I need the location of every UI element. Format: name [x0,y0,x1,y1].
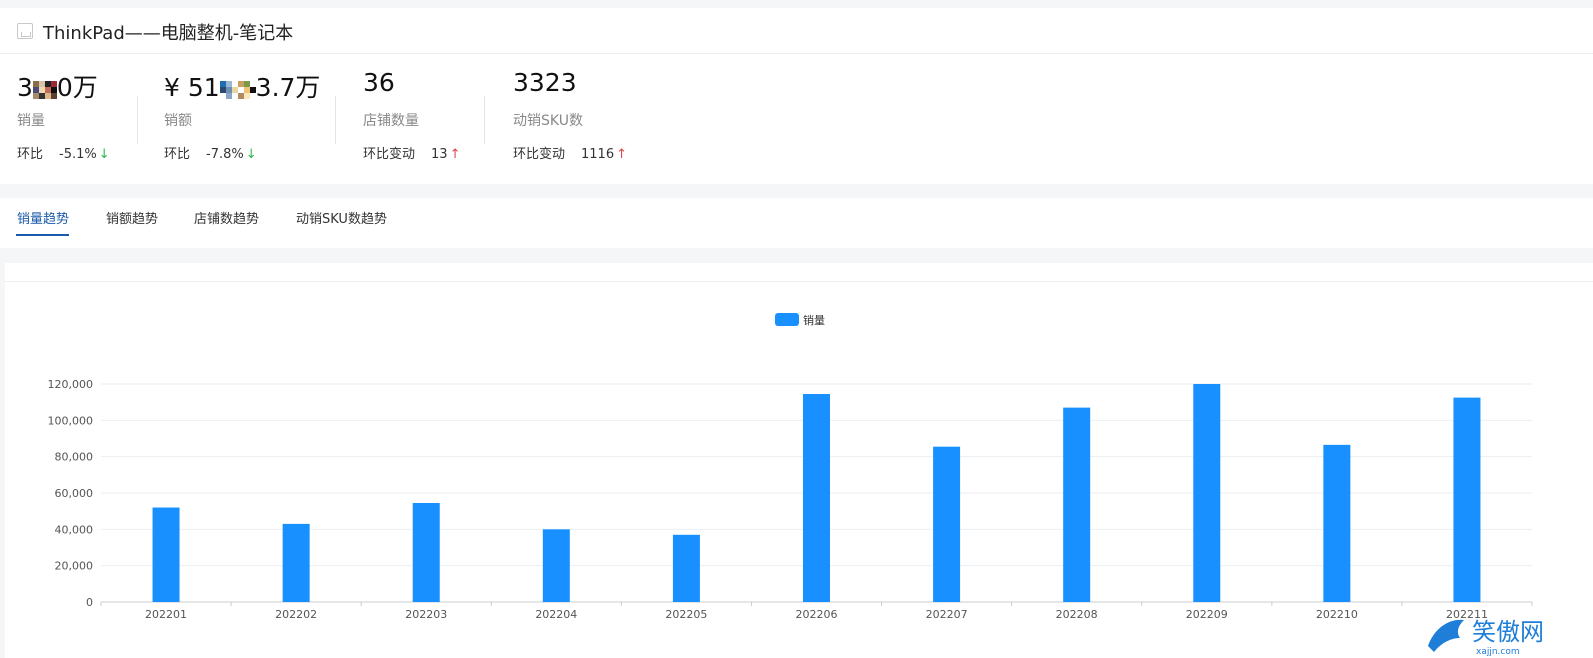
bar [672,534,700,602]
stat-change: 环比变动 13 ↑ [363,147,461,162]
bar [1323,444,1351,602]
y-tick-label: 20,000 [55,560,94,573]
redaction-mosaic [32,77,57,101]
tab-store-count-trend[interactable]: 店铺数趋势 [194,208,259,227]
stat-label: 店铺数量 [363,113,419,129]
y-tick-label: 40,000 [55,523,94,536]
x-tick-label: 202205 [665,608,707,621]
site-watermark-logo: 笑傲网 xajjn.com [1428,618,1544,657]
watermark-text: 笑傲网 [1472,618,1544,646]
stat-change: 环比 -5.1% ↓ [17,147,110,162]
stat-label: 销量 [17,113,45,129]
redaction-mosaic [219,77,256,101]
y-tick-label: 60,000 [55,487,94,500]
image-placeholder-icon [17,23,33,39]
x-tick-label: 202209 [1186,608,1228,621]
x-tick-label: 202206 [796,608,838,621]
chart-card: 0 20,000 40,000 60,000 80,000 100,000 120,000 2… [5,263,1593,658]
divider [484,96,485,144]
bar [1453,397,1481,602]
arrow-up-icon: ↑ [616,147,628,162]
tab-sales-volume-trend[interactable]: 销量趋势 [17,208,69,227]
stat-change: 环比 -7.8% ↓ [164,147,257,162]
summary-card: ThinkPad——电脑整机-笔记本 3 0万 销量 环比 -5.1% ↓ ¥ 51… [0,8,1593,184]
arrow-down-icon: ↓ [245,147,257,162]
bar [542,529,570,602]
divider [137,96,138,144]
y-tick-label: 100,000 [48,414,94,427]
page-title: ThinkPad——电脑整机-笔记本 [43,23,294,44]
stat-change: 环比变动 1116 ↑ [513,147,628,162]
bar [933,446,961,602]
stat-label: 动销SKU数 [513,113,583,129]
stat-value: 3 0万 [17,73,98,102]
legend-swatch [775,313,799,326]
stat-value: ¥ 51 3.7万 [164,73,321,102]
legend-label: 销量 [803,313,825,327]
x-tick-label: 202207 [926,608,968,621]
bar [1063,407,1091,602]
active-tab-indicator [16,234,69,236]
title-row: ThinkPad——电脑整机-笔记本 [0,8,1593,54]
change-value: 1116 [581,147,615,162]
change-value: 13 [431,147,448,162]
stat-value: 3323 [513,68,577,97]
x-tick-label: 202201 [145,608,187,621]
y-tick-label: 120,000 [48,378,94,391]
tab-sku-trend[interactable]: 动销SKU数趋势 [296,208,387,227]
x-tick-label: 202203 [405,608,447,621]
change-value: -7.8% [206,147,244,162]
tab-sales-amount-trend[interactable]: 销额趋势 [106,208,158,227]
bar [803,393,830,602]
x-tick-label: 202202 [275,608,317,621]
trend-tabs: 销量趋势 销额趋势 店铺数趋势 动销SKU数趋势 [0,198,1593,248]
watermark-subtext: xajjn.com [1476,647,1520,657]
divider [335,96,336,144]
bar [282,523,310,602]
stat-label: 销额 [164,113,192,129]
arrow-up-icon: ↑ [449,147,461,162]
bar [412,502,440,602]
bar-chart: 0 20,000 40,000 60,000 80,000 100,000 120,000 2… [48,313,1533,621]
change-value: -5.1% [59,147,97,162]
y-tick-label: 0 [86,596,93,609]
x-tick-label: 202204 [535,608,577,621]
x-tick-label: 202210 [1316,608,1358,621]
bar [152,507,180,602]
x-tick-label: 202208 [1056,608,1098,621]
shark-logo-icon [1428,619,1464,652]
arrow-down-icon: ↓ [98,147,110,162]
bar [1193,384,1221,602]
y-tick-label: 80,000 [55,451,94,464]
stat-value: 36 [363,68,395,97]
